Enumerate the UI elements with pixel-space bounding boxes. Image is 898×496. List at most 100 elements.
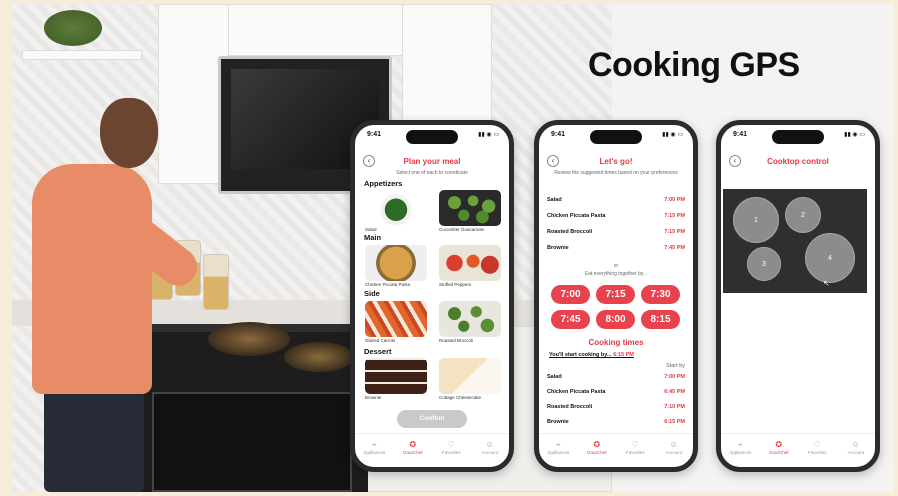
- appliances-icon: ⌁: [737, 440, 743, 449]
- meal-row[interactable]: Roasted Broccoli 7:15 PM: [547, 229, 685, 235]
- meal-row[interactable]: Salad 7:00 PM: [547, 197, 685, 203]
- tab-account[interactable]: ☺ Account: [475, 440, 505, 467]
- tab-appliances[interactable]: ⌁ Appliances: [543, 440, 573, 467]
- tab-favorites[interactable]: ♡ Favorites: [802, 440, 832, 467]
- appliances-icon: ⌁: [371, 440, 377, 449]
- chef-icon: ✪: [775, 440, 783, 449]
- plant: [44, 10, 102, 46]
- burner-3[interactable]: 3: [747, 247, 781, 281]
- status-icons: ▮▮ ◉ ▭: [844, 132, 865, 138]
- screen-title: Plan your meal: [403, 157, 461, 166]
- phone-cooktop-control: 9:41 ▮▮ ◉ ▭ ‹ Cooktop control 1 2 3 4 ↖ …: [716, 120, 880, 472]
- user-icon: ☺: [485, 440, 494, 449]
- cook-row: Salad 7:00 PM: [547, 374, 685, 380]
- screen-subtitle: Select one of each to coordinate: [396, 170, 468, 176]
- section-dessert: Dessert: [364, 347, 392, 356]
- chef-icon: ✪: [593, 440, 601, 449]
- tab-favorites[interactable]: ♡ Favorites: [436, 440, 466, 467]
- screen-title: Let's go!: [599, 157, 633, 166]
- heart-icon: ♡: [813, 440, 821, 449]
- appliances-icon: ⌁: [555, 440, 561, 449]
- skillet: [284, 342, 354, 372]
- phone-notch: [590, 130, 642, 144]
- status-time: 9:41: [367, 131, 382, 138]
- start-cooking-link[interactable]: You'll start cooking by... 6:15 PM: [549, 352, 634, 358]
- tab-appliances[interactable]: ⌁ Appliances: [359, 440, 389, 467]
- food-label: Cottage Cheesecake: [439, 395, 482, 400]
- person-legs: [44, 384, 144, 492]
- time-pill[interactable]: 7:15: [596, 285, 635, 304]
- status-time: 9:41: [733, 131, 748, 138]
- section-main: Main: [364, 233, 382, 242]
- food-label: Stuffed Peppers: [439, 282, 472, 287]
- time-pill[interactable]: 7:45: [551, 310, 590, 329]
- pointer-cursor-icon: ↖: [823, 279, 830, 288]
- shelf: [22, 50, 142, 60]
- confirm-button[interactable]: Confirm: [397, 410, 467, 428]
- time-pill[interactable]: 7:00: [551, 285, 590, 304]
- section-side: Side: [364, 289, 380, 298]
- burner-4[interactable]: 4: [805, 233, 855, 283]
- food-label: Brownie: [365, 395, 382, 400]
- time-pill[interactable]: 8:00: [596, 310, 635, 329]
- person: [32, 164, 152, 394]
- food-label: Chicken Piccata Pasta: [365, 282, 411, 287]
- frying-pan: [208, 322, 290, 356]
- tab-account[interactable]: ☺ Account: [659, 440, 689, 467]
- food-card-carrots[interactable]: [365, 301, 427, 337]
- heart-icon: ♡: [447, 440, 455, 449]
- food-card-broccoli[interactable]: [439, 301, 501, 337]
- section-appetizers: Appetizers: [364, 179, 403, 188]
- or-divider: or: [613, 263, 619, 269]
- tab-gourchef[interactable]: ✪ GourChef: [398, 440, 428, 467]
- phone-plan-meal: 9:41 ▮▮ ◉ ▭ ‹ Plan your meal Select one …: [350, 120, 514, 472]
- screen-subtitle: Review the suggested times based on your…: [554, 170, 678, 176]
- cooking-times-title: Cooking times: [588, 338, 644, 347]
- cook-row: Brownie 6:15 PM: [547, 419, 685, 425]
- food-label: Roasted Broccoli: [439, 338, 474, 343]
- user-icon: ☺: [669, 440, 678, 449]
- food-card-cheesecake[interactable]: [439, 358, 501, 394]
- food-card-peppers[interactable]: [439, 245, 501, 281]
- burner-2[interactable]: 2: [785, 197, 821, 233]
- food-card-pasta[interactable]: [365, 245, 427, 281]
- status-icons: ▮▮ ◉ ▭: [662, 132, 683, 138]
- tab-gourchef[interactable]: ✪ GourChef: [764, 440, 794, 467]
- tab-bar: ⌁ Appliances ✪ GourChef ♡ Favorites ☺ Accoun…: [721, 433, 875, 467]
- cook-row: Roasted Broccoli 7:10 PM: [547, 404, 685, 410]
- time-pill[interactable]: 8:15: [641, 310, 680, 329]
- person-head: [100, 98, 158, 168]
- burner-1[interactable]: 1: [733, 197, 779, 243]
- food-label: Salad: [365, 227, 377, 232]
- start-by-label: Start by: [666, 363, 685, 369]
- tab-appliances[interactable]: ⌁ Appliances: [725, 440, 755, 467]
- jar: [203, 254, 229, 310]
- phone-notch: [772, 130, 824, 144]
- food-card-guacamole[interactable]: [439, 190, 501, 226]
- phone-lets-go: 9:41 ▮▮ ◉ ▭ ‹ Let's go! Review the sugge…: [534, 120, 698, 472]
- meal-row[interactable]: Chicken Piccata Pasta 7:15 PM: [547, 213, 685, 219]
- tab-favorites[interactable]: ♡ Favorites: [620, 440, 650, 467]
- tab-gourchef[interactable]: ✪ GourChef: [582, 440, 612, 467]
- cook-row: Chicken Piccata Pasta 6:45 PM: [547, 389, 685, 395]
- upper-cabinet-center: [228, 4, 404, 56]
- tab-bar: ⌁ Appliances ✪ GourChef ♡ Favorites ☺ Accoun…: [355, 433, 509, 467]
- food-label: Glazed Carrots: [365, 338, 396, 343]
- time-pill[interactable]: 7:30: [641, 285, 680, 304]
- eat-together-label: Eat everything together by...: [584, 271, 648, 277]
- headline: Cooking GPS: [588, 46, 800, 84]
- heart-icon: ♡: [631, 440, 639, 449]
- status-icons: ▮▮ ◉ ▭: [478, 132, 499, 138]
- food-card-brownie[interactable]: [365, 358, 427, 394]
- screen-title: Cooktop control: [767, 157, 829, 166]
- food-card-salad[interactable]: [365, 190, 427, 226]
- meal-row[interactable]: Brownie 7:45 PM: [547, 245, 685, 251]
- status-time: 9:41: [551, 131, 566, 138]
- food-label: Cucumber Guacamole: [439, 227, 485, 232]
- tab-account[interactable]: ☺ Account: [841, 440, 871, 467]
- tab-bar: ⌁ Appliances ✪ GourChef ♡ Favorites ☺ Accoun…: [539, 433, 693, 467]
- user-icon: ☺: [851, 440, 860, 449]
- chef-icon: ✪: [409, 440, 417, 449]
- cooktop-panel: 1 2 3 4 ↖: [723, 189, 867, 293]
- phone-notch: [406, 130, 458, 144]
